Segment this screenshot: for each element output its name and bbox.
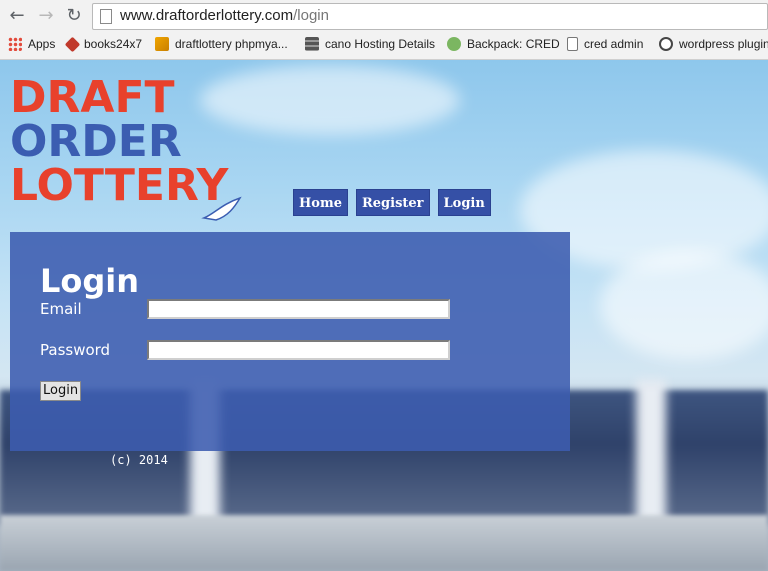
email-field[interactable] [147,299,450,319]
books24x7-icon [64,36,81,52]
apps-grid-icon [8,37,22,51]
page-title: Login [40,262,140,300]
bookmark-label: Apps [28,37,56,51]
phpmyadmin-icon [155,37,169,51]
nav-login[interactable]: Login [437,189,491,216]
bookmark-label: cano Hosting Details [325,37,436,51]
bookmark-label: cred admin [584,37,644,51]
copyright-text: (c) 2014 [110,453,168,467]
reload-icon[interactable]: ↻ [64,6,84,26]
bookmark-backpack-cred[interactable]: Backpack: CRED [447,35,560,53]
bookmark-apps[interactable]: Apps [8,35,55,53]
bookmark-label: books24x7 [84,37,143,51]
url-path: /login [293,7,329,24]
browser-chrome: ← → ↻ www.draftorderlottery.com/login Ap… [0,0,768,60]
page-icon [100,9,112,24]
email-label: Email [40,300,82,318]
forward-arrow-icon[interactable]: → [36,6,56,26]
logo-line-order: ORDER [10,116,182,167]
nav-register[interactable]: Register [355,189,430,216]
url-text[interactable]: www.draftorderlottery.com/login [120,7,329,24]
bookmark-wordpress-plugin[interactable]: wordpress plugin [659,35,768,53]
bookmark-books24x7[interactable]: books24x7 [64,35,143,53]
site-logo[interactable]: DRAFT ORDER LOTTERY [10,76,250,226]
password-field[interactable] [147,340,450,360]
bookmark-cano-hosting[interactable]: cano Hosting Details [305,35,435,53]
address-bar[interactable]: www.draftorderlottery.com/login [92,3,768,30]
login-submit-button[interactable]: Login [40,381,82,401]
background-cloud [600,250,768,360]
login-panel: Login Email Password Login [10,232,570,451]
backpack-icon [447,37,461,51]
bookmarks-bar: Apps books24x7 draftlottery phpmya... ca… [0,32,768,56]
nav-home[interactable]: Home [293,189,348,216]
password-label: Password [40,341,111,359]
back-arrow-icon[interactable]: ← [7,6,27,26]
logo-line-draft: DRAFT [10,72,175,123]
url-host: www.draftorderlottery.com [120,7,294,24]
bookmark-label: draftlottery phpmya... [175,37,288,51]
bookmark-draftlottery-phpmyadmin[interactable]: draftlottery phpmya... [155,35,288,53]
page-icon [567,37,578,51]
lottery-ticket-icon [201,196,242,221]
main-menu: Home Register Login [293,189,491,216]
wordpress-icon [659,37,673,51]
page-content: DRAFT ORDER LOTTERY Home Register Login … [0,60,768,571]
bookmark-cred-admin[interactable]: cred admin [567,35,643,53]
background-ground [0,515,768,571]
bookmark-label: wordpress plugin [679,37,768,51]
server-icon [305,37,319,51]
bookmark-label: Backpack: CRED [467,37,560,51]
